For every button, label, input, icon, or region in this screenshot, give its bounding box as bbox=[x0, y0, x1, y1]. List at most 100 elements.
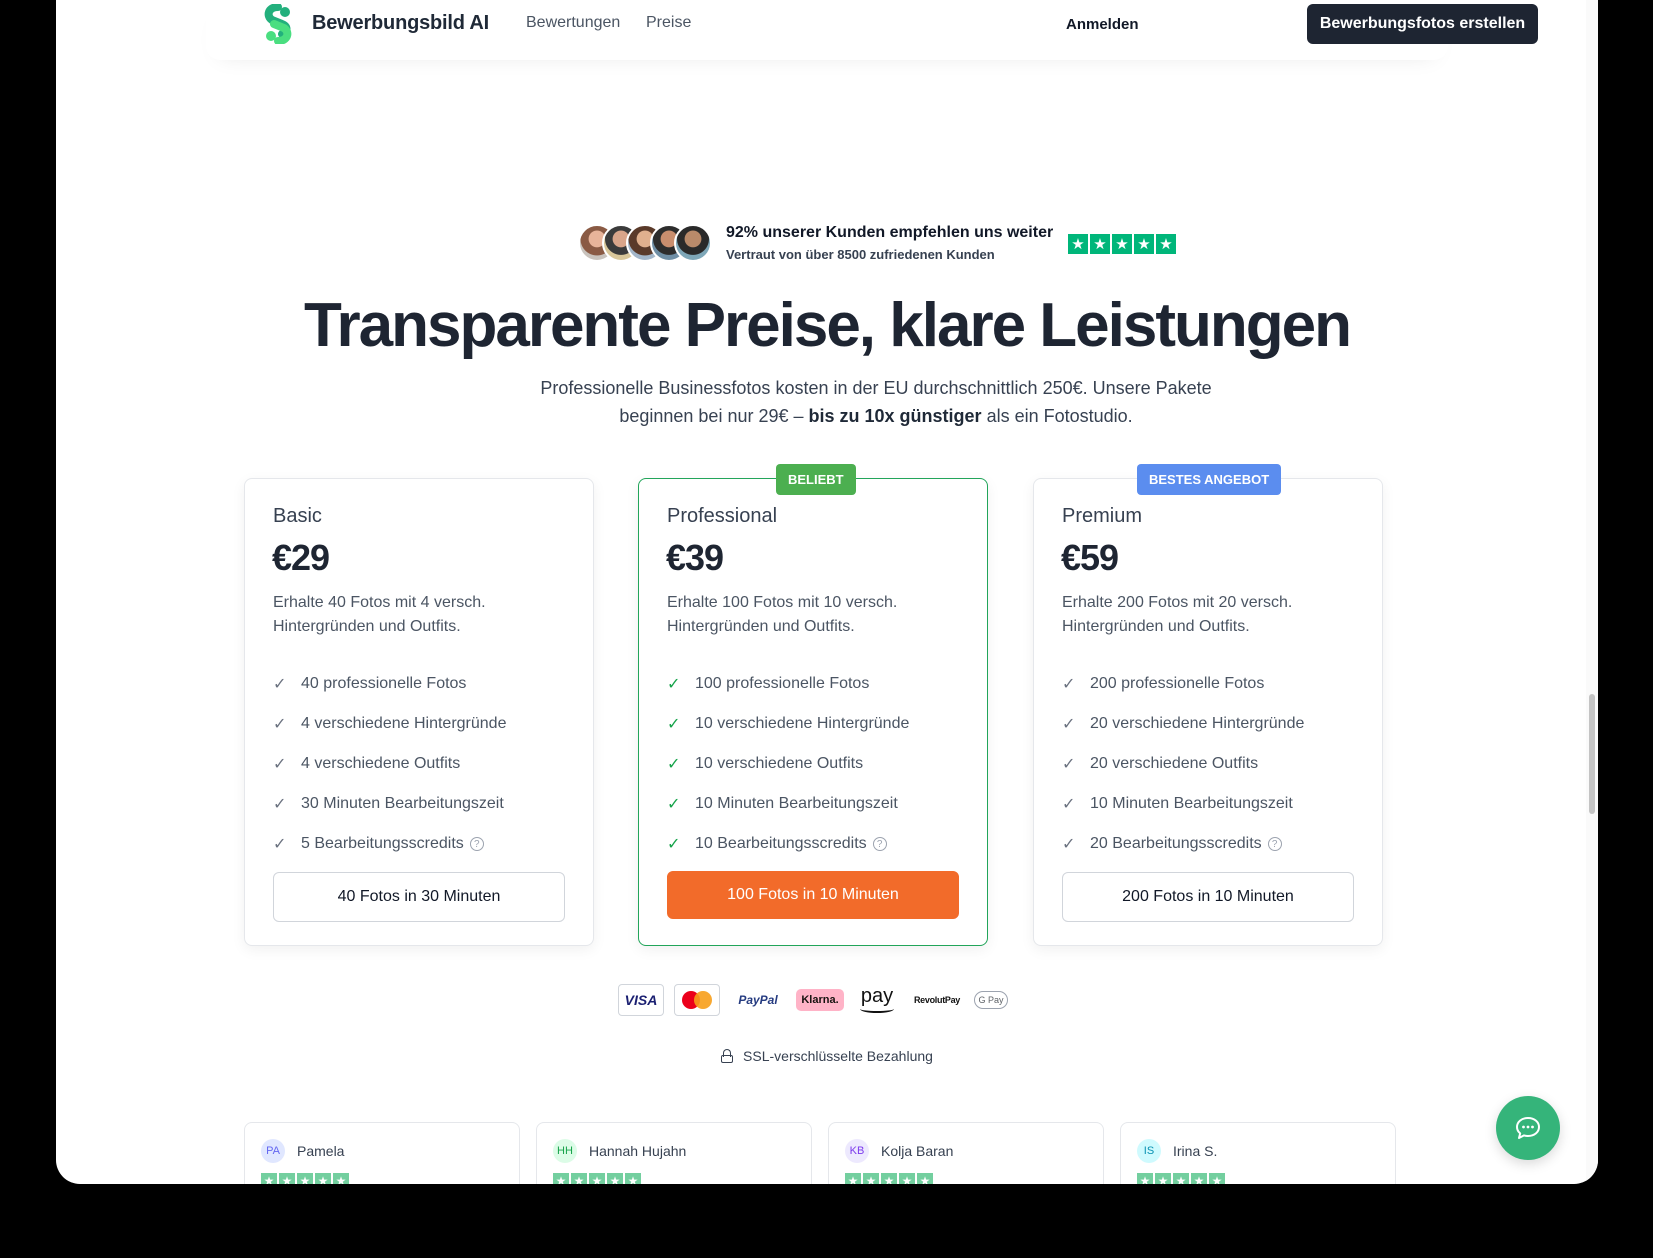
plan-name: Premium bbox=[1062, 505, 1143, 527]
star-icon: ★ bbox=[899, 1173, 915, 1184]
feature-item: ✓ 5 Bearbeitungsscredits? bbox=[273, 824, 506, 864]
star-icon: ★ bbox=[863, 1173, 879, 1184]
subline-emphasis: bis zu 10x günstiger bbox=[808, 406, 982, 426]
help-icon[interactable]: ? bbox=[1267, 837, 1282, 851]
feature-item: ✓ 40 professionelle Fotos bbox=[273, 664, 506, 704]
trustpilot-rating: ★ ★ ★ ★ ★ bbox=[1068, 234, 1176, 254]
reviewer-name: Pamela bbox=[297, 1143, 345, 1159]
select-professional-button[interactable]: 100 Fotos in 10 Minuten bbox=[667, 871, 959, 919]
create-photos-button[interactable]: Bewerbungsfotos erstellen bbox=[1307, 4, 1538, 44]
star-icon: ★ bbox=[589, 1173, 605, 1184]
help-icon[interactable]: ? bbox=[872, 837, 887, 851]
star-icon: ★ bbox=[315, 1173, 331, 1184]
chat-button[interactable] bbox=[1496, 1096, 1560, 1160]
plan-card-premium: BESTES ANGEBOT Premium €59 Erhalte 200 F… bbox=[1033, 464, 1383, 946]
star-icon: ★ bbox=[1112, 234, 1132, 254]
review-card: HH Hannah Hujahn ★ ★ ★ ★ ★ bbox=[536, 1122, 812, 1184]
check-icon: ✓ bbox=[667, 796, 681, 813]
check-icon: ✓ bbox=[667, 756, 681, 773]
avatar: HH bbox=[553, 1139, 577, 1163]
payment-methods: VISA PayPal Klarna. pay RevolutPay G Pay bbox=[618, 984, 1008, 1016]
feature-item: ✓ 10 Minuten Bearbeitungszeit bbox=[1062, 784, 1304, 824]
feature-item: ✓ 20 verschiedene Outfits bbox=[1062, 744, 1304, 784]
feature-label: 100 professionelle Fotos bbox=[695, 675, 870, 692]
check-icon: ✓ bbox=[273, 836, 287, 853]
star-icon: ★ bbox=[333, 1173, 349, 1184]
help-icon[interactable]: ? bbox=[469, 837, 484, 851]
scrollbar-thumb[interactable] bbox=[1589, 694, 1595, 814]
reviewer-name: Kolja Baran bbox=[881, 1143, 954, 1159]
check-icon: ✓ bbox=[667, 716, 681, 733]
social-proof: 92% unserer Kunden empfehlen uns weiter … bbox=[518, 222, 1178, 268]
feature-item: ✓ 200 professionelle Fotos bbox=[1062, 664, 1304, 704]
browser-page: Bewerbungsbild AI Bewertungen Preise Anm… bbox=[56, 0, 1598, 1184]
check-icon: ✓ bbox=[667, 836, 681, 853]
star-icon: ★ bbox=[261, 1173, 277, 1184]
site-header: Bewerbungsbild AI Bewertungen Preise Anm… bbox=[206, 0, 1538, 60]
review-card: IS Irina S. ★ ★ ★ ★ ★ bbox=[1120, 1122, 1396, 1184]
nav-link-bewertungen[interactable]: Bewertungen bbox=[526, 14, 620, 32]
nav-link-preise[interactable]: Preise bbox=[646, 14, 691, 32]
logo-icon[interactable] bbox=[258, 4, 298, 44]
feature-item: ✓ 20 Bearbeitungsscredits? bbox=[1062, 824, 1304, 864]
ssl-text: SSL-verschlüsselte Bezahlung bbox=[743, 1048, 933, 1064]
chat-icon bbox=[1516, 1117, 1540, 1139]
select-premium-button[interactable]: 200 Fotos in 10 Minuten bbox=[1062, 872, 1354, 922]
feature-label: 20 Bearbeitungsscredits bbox=[1090, 835, 1262, 852]
star-icon: ★ bbox=[1134, 234, 1154, 254]
plan-description: Erhalte 40 Fotos mit 4 versch. Hintergrü… bbox=[273, 594, 486, 635]
star-icon: ★ bbox=[1137, 1173, 1153, 1184]
visa-icon: VISA bbox=[618, 984, 664, 1016]
reviewer-name: Irina S. bbox=[1173, 1143, 1218, 1159]
star-icon: ★ bbox=[1209, 1173, 1225, 1184]
star-icon: ★ bbox=[1173, 1173, 1189, 1184]
feature-list: ✓ 40 professionelle Fotos ✓ 4 verschiedene… bbox=[273, 664, 506, 864]
plan-description: Erhalte 100 Fotos mit 10 versch. Hinterg… bbox=[667, 594, 898, 635]
page-scrollbar[interactable] bbox=[1586, 0, 1598, 1184]
review-rating: ★ ★ ★ ★ ★ bbox=[1137, 1173, 1225, 1184]
review-rating: ★ ★ ★ ★ ★ bbox=[845, 1173, 933, 1184]
check-icon: ✓ bbox=[273, 756, 287, 773]
star-icon: ★ bbox=[881, 1173, 897, 1184]
popular-badge: BELIEBT bbox=[776, 464, 856, 495]
plan-card-professional: BELIEBT Professional €39 Erhalte 100 Fot… bbox=[638, 464, 988, 946]
plan-name: Basic bbox=[273, 505, 322, 527]
plan-price: €39 bbox=[666, 537, 724, 578]
feature-label: 200 professionelle Fotos bbox=[1090, 675, 1265, 692]
brand-name[interactable]: Bewerbungsbild AI bbox=[312, 12, 489, 35]
feature-label: 20 verschiedene Hintergründe bbox=[1090, 715, 1305, 732]
check-icon: ✓ bbox=[667, 676, 681, 693]
star-icon: ★ bbox=[607, 1173, 623, 1184]
star-icon: ★ bbox=[571, 1173, 587, 1184]
check-icon: ✓ bbox=[1062, 716, 1076, 733]
avatar: IS bbox=[1137, 1139, 1161, 1163]
star-icon: ★ bbox=[1155, 1173, 1171, 1184]
lock-icon bbox=[721, 1049, 734, 1063]
check-icon: ✓ bbox=[273, 716, 287, 733]
feature-label: 10 verschiedene Hintergründe bbox=[695, 715, 910, 732]
feature-label: 10 verschiedene Outfits bbox=[695, 755, 864, 772]
feature-item: ✓ 10 Bearbeitungsscredits? bbox=[667, 824, 909, 864]
feature-item: ✓ 30 Minuten Bearbeitungszeit bbox=[273, 784, 506, 824]
feature-label: 20 verschiedene Outfits bbox=[1090, 755, 1259, 772]
star-icon: ★ bbox=[845, 1173, 861, 1184]
star-icon: ★ bbox=[625, 1173, 641, 1184]
check-icon: ✓ bbox=[1062, 796, 1076, 813]
paypal-icon: PayPal bbox=[738, 993, 778, 1007]
star-icon: ★ bbox=[553, 1173, 569, 1184]
avatar bbox=[674, 224, 712, 262]
recommendation-text: 92% unserer Kunden empfehlen uns weiter bbox=[726, 224, 1054, 241]
star-icon: ★ bbox=[1191, 1173, 1207, 1184]
check-icon: ✓ bbox=[1062, 756, 1076, 773]
subline-text-end: als ein Fotostudio. bbox=[981, 406, 1133, 426]
select-basic-button[interactable]: 40 Fotos in 30 Minuten bbox=[273, 872, 565, 922]
login-link[interactable]: Anmelden bbox=[1066, 16, 1139, 33]
reviewer-name: Hannah Hujahn bbox=[589, 1143, 687, 1159]
plan-card-basic: Basic €29 Erhalte 40 Fotos mit 4 versch.… bbox=[244, 478, 594, 946]
amazon-pay-icon: pay bbox=[854, 984, 900, 1016]
feature-label: 4 verschiedene Hintergründe bbox=[301, 715, 507, 732]
star-icon: ★ bbox=[1090, 234, 1110, 254]
feature-label: 30 Minuten Bearbeitungszeit bbox=[301, 795, 504, 812]
star-icon: ★ bbox=[1068, 234, 1088, 254]
feature-label: 10 Minuten Bearbeitungszeit bbox=[695, 795, 898, 812]
